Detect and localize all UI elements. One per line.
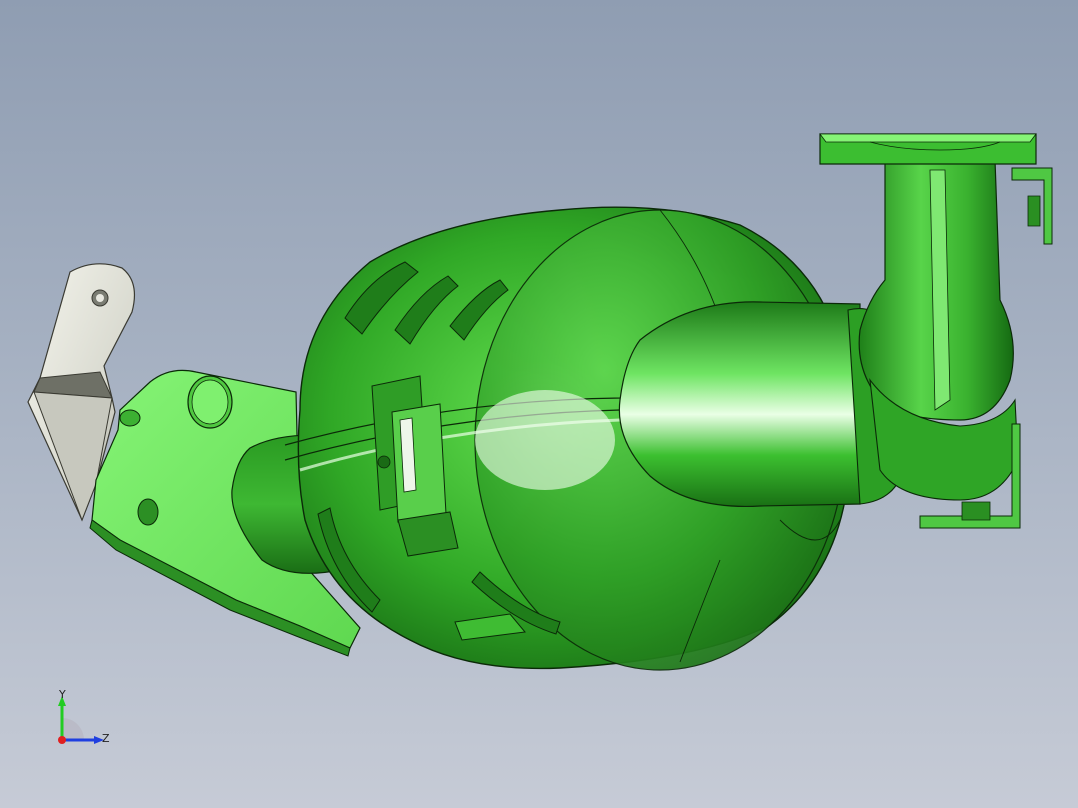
z-axis-label: Z xyxy=(102,732,110,745)
3d-model-view[interactable] xyxy=(0,0,1078,808)
side-clip[interactable] xyxy=(1011,167,1053,245)
cad-viewport[interactable]: Y Z xyxy=(0,0,1078,808)
elbow-pipe[interactable] xyxy=(858,159,1019,501)
y-axis-label: Y xyxy=(59,688,66,701)
top-flange[interactable] xyxy=(819,133,1037,165)
